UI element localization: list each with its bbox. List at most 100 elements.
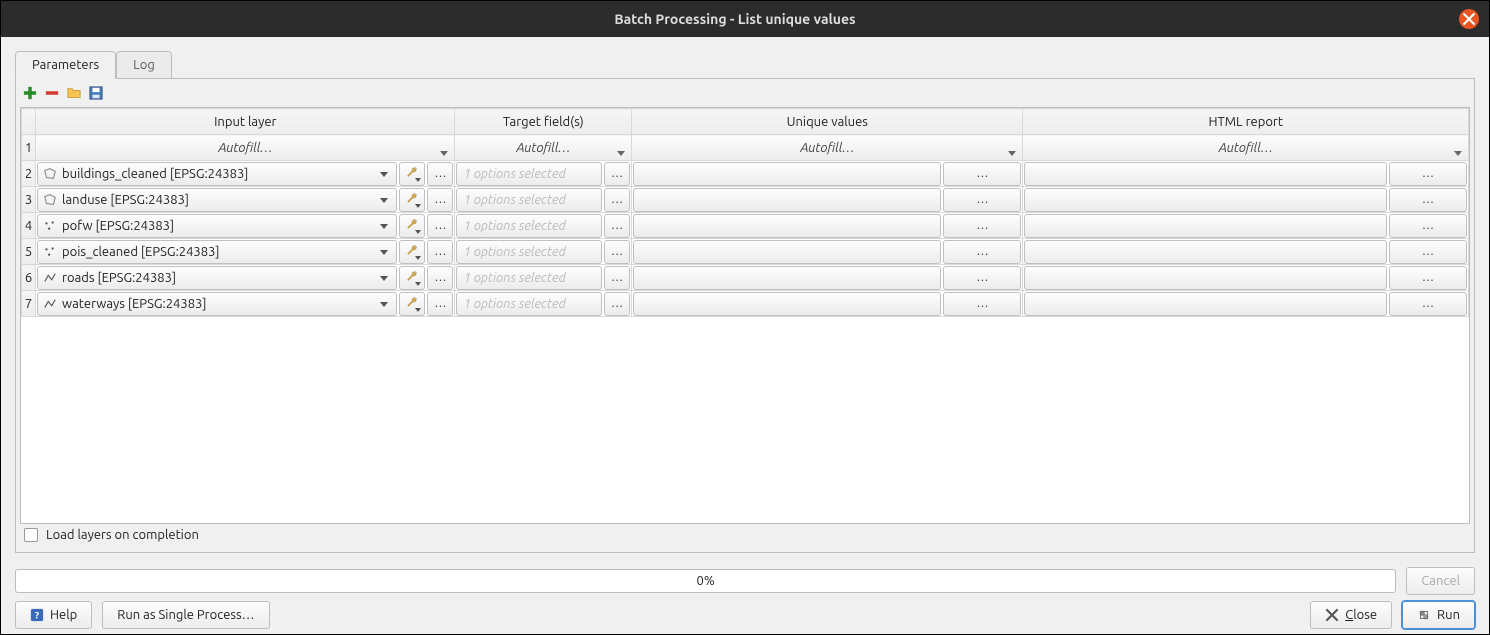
layer-name: roads [EPSG:24383]	[62, 271, 176, 285]
unique-values-input[interactable]	[633, 214, 941, 238]
tab-parameters[interactable]: Parameters	[15, 51, 116, 79]
row-num: 6	[22, 265, 36, 291]
browse-unique-button[interactable]: …	[943, 188, 1021, 212]
target-field-input[interactable]: 1 options selected	[456, 214, 602, 238]
browse-field-button[interactable]: …	[604, 292, 630, 316]
tab-bar: Parameters Log	[15, 51, 1475, 79]
iterate-button[interactable]	[399, 188, 425, 212]
browse-field-button[interactable]: …	[604, 188, 630, 212]
browse-field-button[interactable]: …	[604, 240, 630, 264]
autofill-input-layer[interactable]: Autofill…	[36, 135, 455, 161]
target-field-input[interactable]: 1 options selected	[456, 162, 602, 186]
unique-values-input[interactable]	[633, 240, 941, 264]
cancel-button: Cancel	[1406, 567, 1475, 595]
target-field-input[interactable]: 1 options selected	[456, 266, 602, 290]
col-html-report[interactable]: HTML report	[1023, 109, 1469, 135]
col-input-layer[interactable]: Input layer	[36, 109, 455, 135]
layer-name: landuse [EPSG:24383]	[62, 193, 189, 207]
layer-geom-icon	[42, 270, 58, 286]
browse-html-button[interactable]: …	[1389, 214, 1467, 238]
iterate-button[interactable]	[399, 266, 425, 290]
titlebar: Batch Processing - List unique values	[1, 1, 1489, 37]
layer-geom-icon	[42, 218, 58, 234]
col-unique-values[interactable]: Unique values	[632, 109, 1023, 135]
layer-name: pois_cleaned [EPSG:24383]	[62, 245, 220, 259]
progress-text: 0%	[697, 574, 715, 588]
open-icon[interactable]	[66, 85, 82, 101]
browse-unique-button[interactable]: …	[943, 240, 1021, 264]
browse-field-button[interactable]: …	[604, 214, 630, 238]
run-button[interactable]: Run	[1402, 601, 1475, 629]
load-layers-label: Load layers on completion	[46, 528, 199, 542]
target-field-input[interactable]: 1 options selected	[456, 240, 602, 264]
browse-layer-button[interactable]: …	[427, 214, 453, 238]
layer-geom-icon	[42, 192, 58, 208]
html-report-input[interactable]	[1024, 162, 1387, 186]
browse-field-button[interactable]: …	[604, 266, 630, 290]
layer-name: pofw [EPSG:24383]	[62, 219, 174, 233]
tab-log[interactable]: Log	[116, 51, 172, 79]
toolbar	[20, 83, 1470, 107]
html-report-input[interactable]	[1024, 214, 1387, 238]
browse-html-button[interactable]: …	[1389, 266, 1467, 290]
close-icon[interactable]	[1459, 9, 1479, 29]
row-num: 4	[22, 213, 36, 239]
browse-unique-button[interactable]: …	[943, 162, 1021, 186]
input-layer-select[interactable]: pois_cleaned [EPSG:24383]	[37, 240, 397, 264]
row-num: 5	[22, 239, 36, 265]
load-layers-checkbox[interactable]	[24, 528, 38, 542]
browse-html-button[interactable]: …	[1389, 292, 1467, 316]
row-num: 7	[22, 291, 36, 317]
html-report-input[interactable]	[1024, 188, 1387, 212]
layer-geom-icon	[42, 244, 58, 260]
autofill-target-fields[interactable]: Autofill…	[455, 135, 632, 161]
unique-values-input[interactable]	[633, 292, 941, 316]
col-target-fields[interactable]: Target field(s)	[455, 109, 632, 135]
run-single-button[interactable]: Run as Single Process…	[102, 601, 269, 629]
input-layer-select[interactable]: waterways [EPSG:24383]	[37, 292, 397, 316]
browse-layer-button[interactable]: …	[427, 162, 453, 186]
corner-cell	[22, 109, 36, 135]
iterate-button[interactable]	[399, 240, 425, 264]
layer-name: waterways [EPSG:24383]	[62, 297, 206, 311]
unique-values-input[interactable]	[633, 266, 941, 290]
layer-geom-icon	[42, 296, 58, 312]
html-report-input[interactable]	[1024, 266, 1387, 290]
browse-field-button[interactable]: …	[604, 162, 630, 186]
browse-layer-button[interactable]: …	[427, 188, 453, 212]
html-report-input[interactable]	[1024, 240, 1387, 264]
iterate-button[interactable]	[399, 292, 425, 316]
browse-html-button[interactable]: …	[1389, 162, 1467, 186]
close-button[interactable]: Close	[1310, 601, 1392, 629]
layer-geom-icon	[42, 166, 58, 182]
input-layer-select[interactable]: pofw [EPSG:24383]	[37, 214, 397, 238]
input-layer-select[interactable]: landuse [EPSG:24383]	[37, 188, 397, 212]
html-report-input[interactable]	[1024, 292, 1387, 316]
browse-layer-button[interactable]: …	[427, 266, 453, 290]
add-row-icon[interactable]	[22, 85, 38, 101]
target-field-input[interactable]: 1 options selected	[456, 188, 602, 212]
unique-values-input[interactable]	[633, 188, 941, 212]
browse-html-button[interactable]: …	[1389, 188, 1467, 212]
help-button[interactable]: ? Help	[15, 601, 92, 629]
input-layer-select[interactable]: roads [EPSG:24383]	[37, 266, 397, 290]
row-num: 1	[22, 135, 36, 161]
input-layer-select[interactable]: buildings_cleaned [EPSG:24383]	[37, 162, 397, 186]
autofill-html-report[interactable]: Autofill…	[1023, 135, 1469, 161]
browse-unique-button[interactable]: …	[943, 214, 1021, 238]
unique-values-input[interactable]	[633, 162, 941, 186]
browse-layer-button[interactable]: …	[427, 240, 453, 264]
browse-unique-button[interactable]: …	[943, 292, 1021, 316]
layer-name: buildings_cleaned [EPSG:24383]	[62, 167, 248, 181]
row-num: 2	[22, 161, 36, 187]
iterate-button[interactable]	[399, 162, 425, 186]
window-title: Batch Processing - List unique values	[11, 11, 1459, 27]
browse-html-button[interactable]: …	[1389, 240, 1467, 264]
remove-row-icon[interactable]	[44, 85, 60, 101]
save-icon[interactable]	[88, 85, 104, 101]
browse-layer-button[interactable]: …	[427, 292, 453, 316]
autofill-unique-values[interactable]: Autofill…	[632, 135, 1023, 161]
target-field-input[interactable]: 1 options selected	[456, 292, 602, 316]
browse-unique-button[interactable]: …	[943, 266, 1021, 290]
iterate-button[interactable]	[399, 214, 425, 238]
